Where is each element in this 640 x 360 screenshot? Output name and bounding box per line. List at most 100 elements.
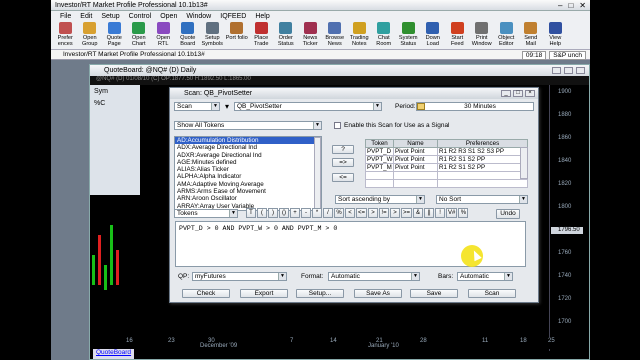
export-button[interactable]: Export [240, 289, 288, 298]
operator-button[interactable]: & [413, 208, 424, 218]
sort-by-select[interactable]: Sort ascending by ▼ [335, 195, 425, 204]
operator-button[interactable]: ) [268, 208, 278, 218]
toolbar-button-browse-news[interactable]: Browse News [323, 21, 348, 50]
maximize-icon[interactable]: □ [568, 1, 573, 10]
toolbar-button-print[interactable]: Print Window [470, 21, 495, 50]
scan-button[interactable]: Scan [468, 289, 516, 298]
token-list-item[interactable]: AD:Accumulation Distribution [175, 137, 321, 145]
operator-button[interactable]: V# [446, 208, 458, 218]
token-list-item[interactable]: ALPHA:Alpha Indicator [175, 173, 321, 180]
toolbar-button-order-status[interactable]: Order Status [274, 21, 299, 50]
quoteboard-tab[interactable]: QuoteBoard [93, 349, 135, 359]
toolbar-button-system-status[interactable]: System Status [396, 21, 421, 50]
maximize-icon[interactable] [564, 67, 573, 74]
close-icon[interactable] [576, 67, 585, 74]
operator-button[interactable]: >= [401, 208, 413, 218]
add-token-button[interactable]: => [332, 158, 354, 167]
operator-button[interactable]: != [379, 208, 390, 218]
setup-button[interactable]: Setup... [296, 289, 344, 298]
token-list-item[interactable]: AGE:Minutes defined [175, 159, 321, 166]
operator-button[interactable]: > [390, 208, 401, 218]
scan-expression-editor[interactable]: PVPT_D > 0 AND PVPT_W > 0 AND PVPT_M > 0 [175, 221, 526, 267]
format-select[interactable]: Automatic ▼ [328, 272, 420, 281]
quotepage-select[interactable]: myFutures ▼ [192, 272, 287, 281]
table-scrollbar[interactable] [520, 147, 528, 179]
menu-help[interactable]: Help [255, 13, 269, 20]
table-row[interactable]: PVPT_M Pivot Point R1 R2 S1 S2 PP [365, 163, 528, 172]
toolbar-button-chat[interactable]: Chat Room [372, 21, 397, 50]
toolbar-button-symbols[interactable]: Setup Symbols [200, 21, 225, 50]
toolbar-button-download[interactable]: Down Load [421, 21, 446, 50]
toolbar-button-help[interactable]: View Help [543, 21, 568, 50]
menu-iqfeed[interactable]: IQFEED [220, 13, 246, 20]
operator-button[interactable]: + [290, 208, 300, 218]
toolbar-button-object-editor[interactable]: Object Editor [494, 21, 519, 50]
period-select[interactable]: 30 Minutes [416, 102, 534, 111]
name-column-header[interactable]: Name [393, 139, 438, 148]
toolbar-button-preferences[interactable]: Prefer ences [53, 21, 78, 50]
operator-button[interactable]: * [312, 208, 322, 218]
table-row[interactable]: PVPT_W Pivot Point R1 R2 S1 S2 PP [365, 155, 528, 164]
operator-button[interactable]: % [458, 208, 469, 218]
token-filter-select[interactable]: Show All Tokens ▼ [174, 121, 322, 130]
minimize-icon[interactable]: – [558, 1, 562, 10]
check-button[interactable]: Check [182, 289, 230, 298]
toolbar-button-rtl[interactable]: Open RTL [151, 21, 176, 50]
period-icon[interactable] [417, 103, 425, 110]
toolbar-button-mail[interactable]: Send Mail [519, 21, 544, 50]
toolbar-button-chart[interactable]: Open Chart [127, 21, 152, 50]
operator-button[interactable]: > [368, 208, 379, 218]
token-list-item[interactable]: ARN:Aroon Oscillator [175, 195, 321, 202]
operator-button[interactable]: () [279, 208, 289, 218]
folder-down-icon[interactable]: ▾ [225, 102, 229, 111]
minimize-icon[interactable]: _ [501, 90, 511, 97]
menu-setup[interactable]: Setup [101, 13, 119, 20]
toolbar-button-news-ticker[interactable]: News Ticker [298, 21, 323, 50]
operator-button[interactable]: ( [257, 208, 267, 218]
menu-window[interactable]: Window [186, 13, 211, 20]
toolbar-button-trade[interactable]: Place Trade [249, 21, 274, 50]
operator-button[interactable]: < [345, 208, 355, 218]
toolbar-button-notes[interactable]: Trading Notes [347, 21, 372, 50]
token-list-item[interactable]: ARMS:Arms Ease of Movement [175, 188, 321, 195]
sort-order-select[interactable]: No Sort ▼ [436, 195, 528, 204]
token-list-item[interactable]: ALIAS:Alias Ticker [175, 166, 321, 173]
help-token-button[interactable]: ? [332, 145, 354, 154]
tokens-dropdown[interactable]: Tokens ▼ [174, 209, 238, 218]
toolbar-button-quote-board[interactable]: Quote Board [176, 21, 201, 50]
bars-select[interactable]: Automatic ▼ [457, 272, 513, 281]
menu-file[interactable]: File [60, 13, 71, 20]
menu-open[interactable]: Open [160, 13, 177, 20]
scan-type-select[interactable]: Scan ▼ [174, 102, 220, 111]
operator-button[interactable]: - [301, 208, 311, 218]
token-list-scrollbar[interactable] [314, 137, 321, 210]
quoteboard-titlebar[interactable]: QuoteBoard: @NQ# (D) Daily [90, 65, 589, 76]
save-button[interactable]: Save [410, 289, 458, 298]
scan-name-select[interactable]: QB_PivotSetter ▼ [234, 102, 382, 111]
token-list[interactable]: AD:Accumulation Distribution ADX:Average … [174, 136, 322, 211]
menu-edit[interactable]: Edit [80, 13, 92, 20]
scan-titlebar[interactable]: Scan: QB_PivotSetter _ □ × [170, 88, 538, 99]
close-icon[interactable]: ✕ [579, 1, 586, 10]
operator-button[interactable]: / [323, 208, 333, 218]
token-list-item[interactable]: ADXR:Average Directional Ind [175, 152, 321, 159]
toolbar-button-folder[interactable]: Open Group [78, 21, 103, 50]
table-row[interactable]: PVPT_D Pivot Point R1 R2 R3 S1 S2 S3 PP [365, 147, 528, 156]
save-as-button[interactable]: Save As [354, 289, 402, 298]
operator-button[interactable]: T [246, 208, 256, 218]
minimize-icon[interactable] [552, 67, 561, 74]
maximize-icon[interactable]: □ [513, 90, 523, 97]
enable-signal-checkbox[interactable] [334, 122, 341, 129]
operator-button[interactable]: ! [435, 208, 446, 218]
operator-button[interactable]: || [424, 208, 435, 218]
remove-token-button[interactable]: <= [332, 173, 354, 182]
toolbar-button-quote-page[interactable]: Quote Page [102, 21, 127, 50]
operator-button[interactable]: <= [356, 208, 368, 218]
close-icon[interactable]: × [525, 90, 535, 97]
token-column-header[interactable]: Token [365, 139, 394, 148]
preferences-column-header[interactable]: Preferences [437, 139, 528, 148]
undo-button[interactable]: Undo [496, 209, 520, 219]
operator-button[interactable]: % [334, 208, 344, 218]
menu-control[interactable]: Control [129, 13, 152, 20]
toolbar-button-portfolio[interactable]: Port folio [225, 21, 250, 50]
